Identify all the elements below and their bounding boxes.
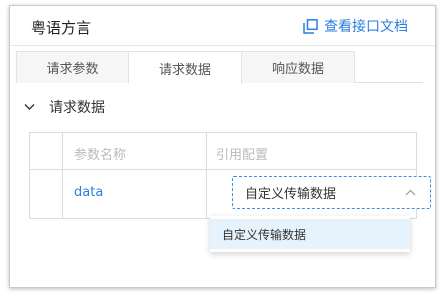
request-data-section-toggle[interactable]: 请求数据 — [24, 97, 105, 117]
reference-select-value: 自定义传输数据 — [245, 187, 337, 202]
tab-response-data[interactable]: 响应数据 — [242, 51, 355, 83]
table-divider — [206, 133, 207, 218]
param-name-cell: data — [74, 185, 104, 200]
table-divider — [62, 133, 63, 218]
view-api-docs-label: 查看接口文档 — [324, 19, 408, 35]
chevron-up-icon — [405, 189, 416, 196]
tab-bar: 请求参数 请求数据 响应数据 — [16, 51, 423, 84]
tab-request-params[interactable]: 请求参数 — [16, 51, 129, 83]
copy-icon — [303, 18, 318, 34]
panel-title: 粤语方言 — [31, 19, 92, 37]
tab-label: 请求数据 — [158, 62, 211, 78]
table-divider — [30, 169, 416, 170]
reference-dropdown-menu: 自定义传输数据 — [210, 216, 410, 252]
tab-label: 请求参数 — [46, 62, 99, 77]
section-title: 请求数据 — [49, 100, 105, 116]
tab-request-data[interactable]: 请求数据 — [129, 51, 242, 84]
request-data-table: 参数名称 引用配置 data 自定义传输数据 — [29, 132, 431, 219]
column-header-param-name: 参数名称 — [74, 148, 127, 163]
panel-header: 粤语方言 查看接口文档 — [10, 6, 435, 46]
tab-label: 响应数据 — [271, 62, 324, 77]
dropdown-option-label: 自定义传输数据 — [222, 227, 307, 242]
column-header-reference: 引用配置 — [216, 148, 269, 163]
chevron-down-icon — [24, 104, 35, 110]
dropdown-option[interactable]: 自定义传输数据 — [210, 219, 410, 249]
view-api-docs-link[interactable]: 查看接口文档 — [303, 16, 408, 36]
reference-select[interactable]: 自定义传输数据 — [232, 176, 431, 209]
